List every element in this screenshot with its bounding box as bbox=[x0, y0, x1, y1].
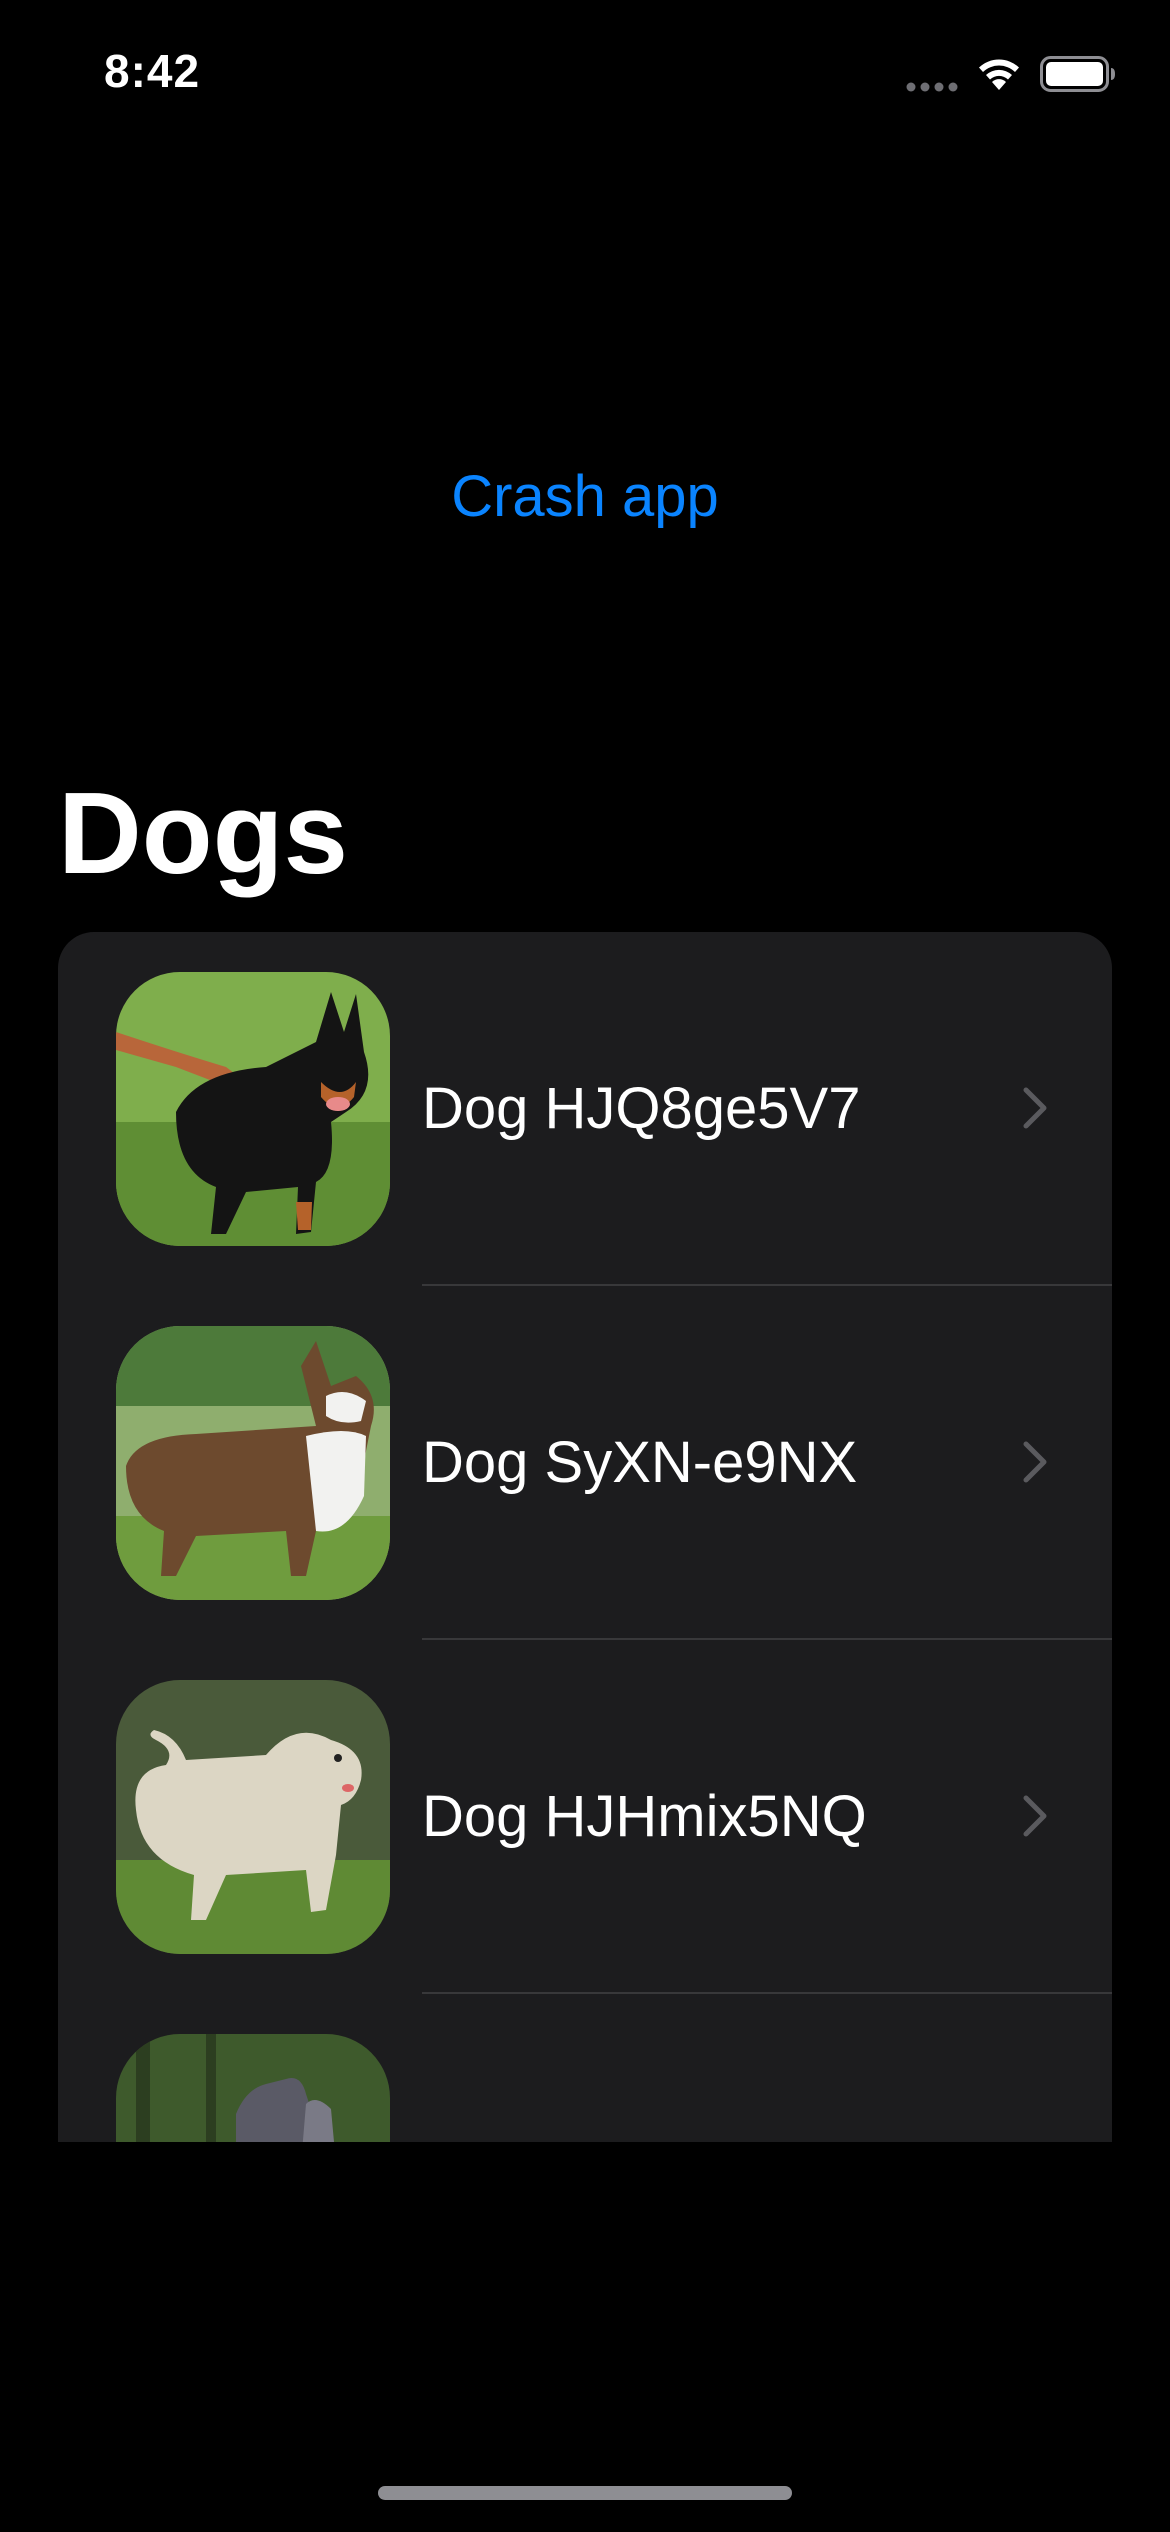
list-item[interactable] bbox=[58, 1994, 1112, 2142]
dog-photo-image bbox=[116, 972, 390, 1246]
chevron-right-icon bbox=[1023, 1441, 1047, 1483]
home-indicator[interactable] bbox=[378, 2486, 792, 2500]
dog-photo-image bbox=[116, 1680, 390, 1954]
list-item[interactable]: Dog HJHmix5NQ bbox=[58, 1640, 1112, 1994]
dog-photo bbox=[116, 1680, 390, 1954]
dog-photo-image bbox=[116, 1326, 390, 1600]
list-item-label: Dog SyXN-e9NX bbox=[422, 1430, 858, 1495]
dog-photo bbox=[116, 1326, 390, 1600]
chevron-right-icon bbox=[1023, 1087, 1047, 1129]
page-title: Dogs bbox=[58, 768, 348, 898]
wifi-icon bbox=[979, 59, 1019, 90]
crash-app-button[interactable]: Crash app bbox=[0, 462, 1170, 532]
list-item[interactable]: Dog HJQ8ge5V7 bbox=[58, 932, 1112, 1286]
dogs-list: Dog HJQ8ge5V7 Dog SyXN-e9NX Dog HJHmix5N… bbox=[58, 932, 1112, 2142]
dog-photo bbox=[116, 2034, 390, 2142]
list-item-label: Dog HJQ8ge5V7 bbox=[422, 1076, 861, 1141]
dog-photo bbox=[116, 972, 390, 1246]
list-item[interactable]: Dog SyXN-e9NX bbox=[58, 1286, 1112, 1640]
status-time: 8:42 bbox=[104, 45, 201, 97]
battery-icon bbox=[1040, 56, 1115, 92]
chevron-right-icon bbox=[1023, 1795, 1047, 1837]
list-item-label: Dog HJHmix5NQ bbox=[422, 1784, 867, 1849]
status-bar: 8:42 bbox=[0, 0, 1170, 150]
signal-dots-icon bbox=[906, 82, 958, 92]
dog-photo-image bbox=[116, 2034, 390, 2142]
